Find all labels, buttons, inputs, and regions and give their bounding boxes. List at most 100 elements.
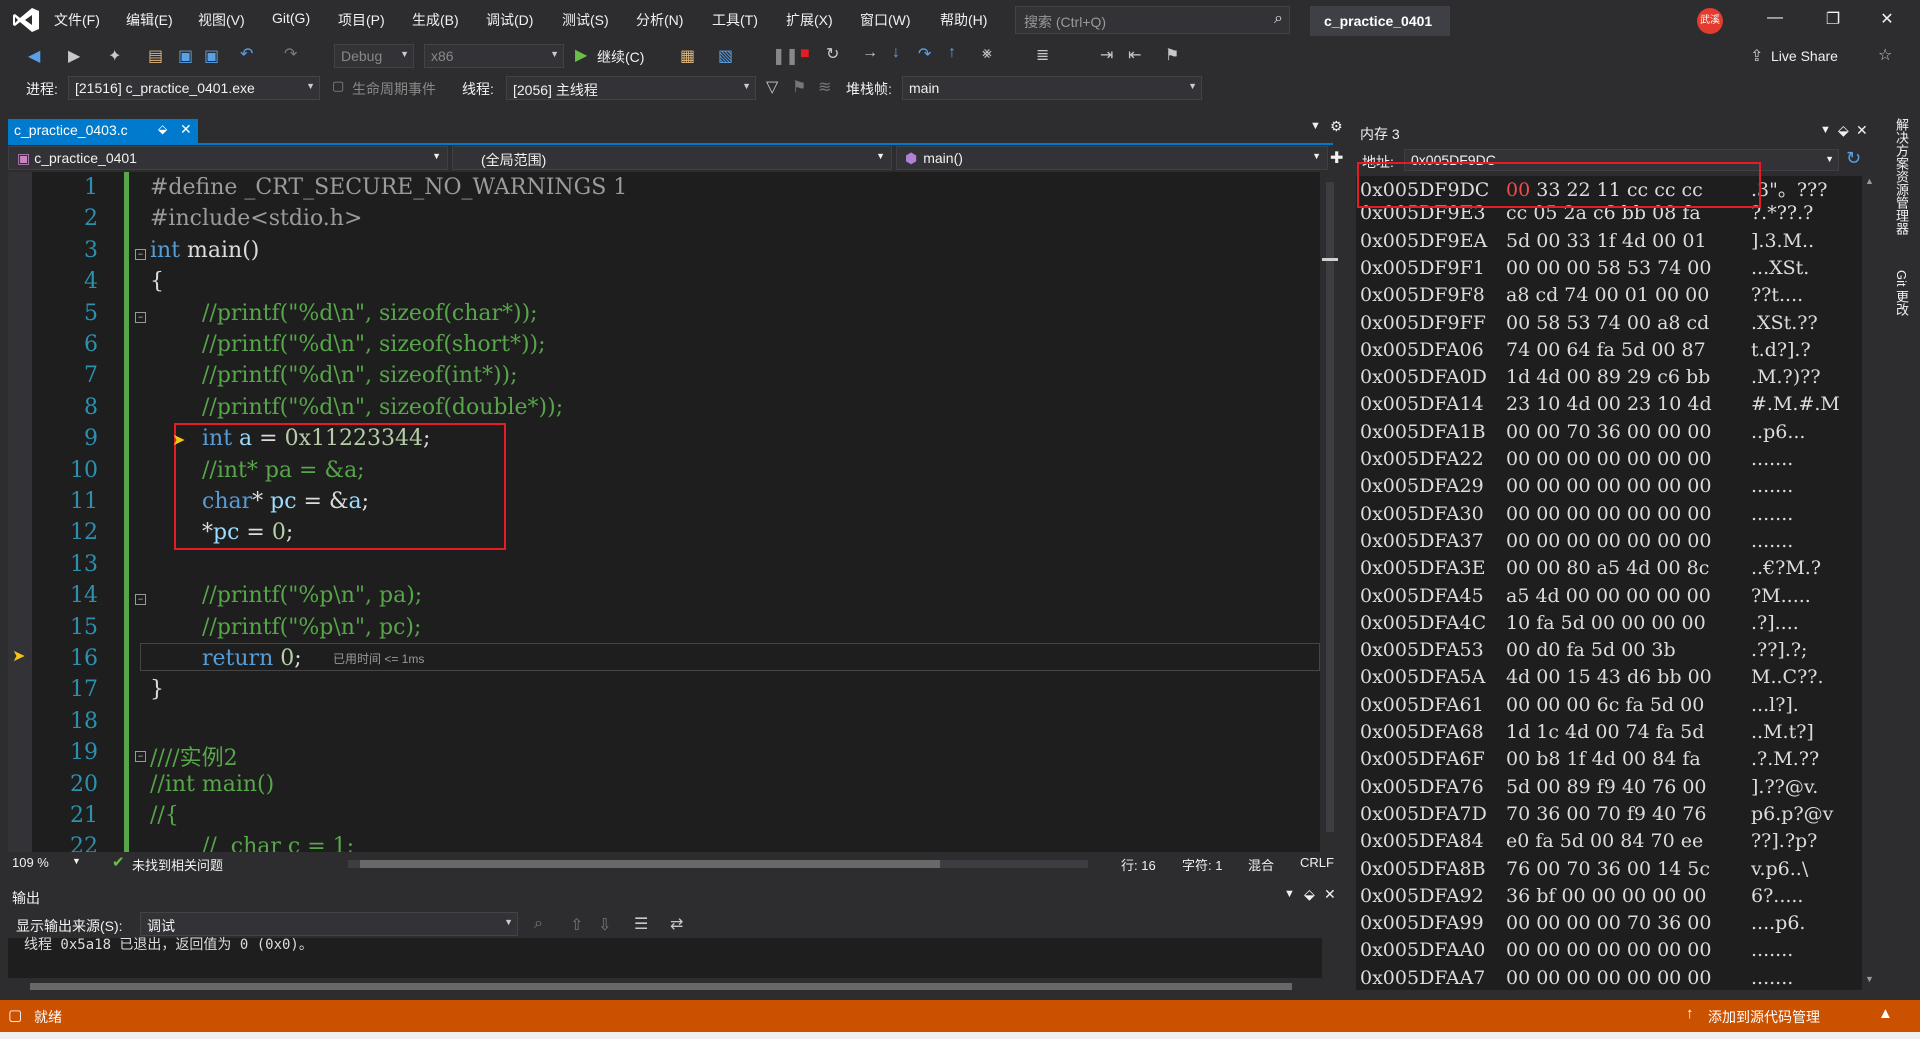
- menu-item[interactable]: 调试(D): [486, 10, 533, 30]
- issues-status[interactable]: 未找到相关问题: [132, 855, 223, 874]
- menu-item[interactable]: 窗口(W): [860, 10, 911, 30]
- split-editor-icon[interactable]: ✚: [1330, 148, 1343, 168]
- open-file-icon[interactable]: ▤: [148, 46, 163, 66]
- save-icon[interactable]: ▣: [178, 46, 193, 66]
- menu-item[interactable]: 扩展(X): [786, 10, 833, 30]
- memory-row[interactable]: 0x005DFA3E 00 00 80 a5 4d 00 8c ..€?M.?: [1360, 557, 1821, 579]
- close-panel-icon[interactable]: ✕: [1324, 886, 1336, 903]
- user-avatar[interactable]: 武溪: [1697, 8, 1723, 34]
- tab-list-icon[interactable]: ▼: [1310, 120, 1321, 132]
- pin-icon[interactable]: ⬙: [1304, 886, 1315, 903]
- step-out-icon[interactable]: ↑: [948, 44, 956, 62]
- continue-button[interactable]: 继续(C): [597, 47, 644, 67]
- redo-icon[interactable]: ↷: [284, 44, 297, 64]
- menu-item[interactable]: 视图(V): [198, 10, 245, 30]
- add-to-source-control-button[interactable]: 添加到源代码管理: [1708, 1007, 1820, 1027]
- menu-item[interactable]: 项目(P): [338, 10, 385, 30]
- editor-horizontal-scrollbar[interactable]: [348, 860, 1088, 868]
- memory-row[interactable]: 0x005DFAA0 00 00 00 00 00 00 00.......: [1360, 939, 1793, 961]
- step-over-icon[interactable]: ↷: [918, 44, 931, 64]
- search-input[interactable]: 搜索 (Ctrl+Q) ⌕: [1015, 6, 1290, 34]
- hot-reload-icon[interactable]: ⨳: [982, 45, 992, 63]
- restart-icon[interactable]: ↻: [826, 44, 839, 64]
- glyph-margin[interactable]: [8, 172, 32, 852]
- project-combo[interactable]: ▣ c_practice_0401 ▼: [8, 146, 448, 170]
- solution-explorer-tab[interactable]: 解决方案资源管理器: [1892, 118, 1911, 235]
- fold-toggle-icon[interactable]: −: [135, 248, 146, 260]
- output-source-combo[interactable]: 调试 ▼: [140, 912, 518, 936]
- screenshot-icon[interactable]: ▧: [718, 46, 733, 66]
- prev-message-icon[interactable]: ⇧: [570, 915, 583, 935]
- indent-icon[interactable]: ⇥: [1100, 45, 1113, 65]
- visual-studio-logo-icon[interactable]: [12, 7, 40, 33]
- scroll-down-icon[interactable]: ▼: [1865, 974, 1874, 984]
- memory-row[interactable]: 0x005DFA76 5d 00 89 f9 40 76 00].??@v.: [1360, 776, 1818, 798]
- feedback-icon[interactable]: ☆: [1878, 45, 1892, 65]
- stack-frame-combo[interactable]: main ▼: [902, 76, 1202, 100]
- process-combo[interactable]: [21516] c_practice_0401.exe ▼: [68, 76, 320, 100]
- pause-icon[interactable]: ❚❚: [772, 46, 799, 66]
- tab-mode[interactable]: 混合: [1248, 855, 1274, 874]
- line-ending[interactable]: CRLF: [1300, 855, 1334, 870]
- git-changes-tab[interactable]: Git 更改: [1892, 270, 1911, 316]
- format-icon[interactable]: ≣: [1036, 45, 1049, 65]
- menu-item[interactable]: 测试(S): [562, 10, 609, 30]
- fold-toggle-icon[interactable]: −: [135, 594, 146, 606]
- find-message-icon[interactable]: ⌕: [534, 915, 543, 933]
- word-wrap-icon[interactable]: ⇄: [670, 914, 683, 934]
- memory-row[interactable]: 0x005DFA37 00 00 00 00 00 00 00.......: [1360, 530, 1793, 552]
- memory-row[interactable]: 0x005DFA68 1d 1c 4d 00 74 fa 5d ..M.t?]: [1360, 721, 1814, 743]
- pin-icon[interactable]: ⬙: [1838, 122, 1849, 139]
- thread-combo[interactable]: [2056] 主线程 ▼: [506, 76, 756, 100]
- menu-item[interactable]: 文件(F): [54, 10, 100, 30]
- next-message-icon[interactable]: ⇩: [598, 915, 611, 935]
- show-next-statement-icon[interactable]: →: [862, 44, 878, 62]
- menu-item[interactable]: 生成(B): [412, 10, 459, 30]
- fold-toggle-icon[interactable]: −: [135, 311, 146, 323]
- memory-grid[interactable]: 0x005DF9DC 00 33 22 11 cc cc cc .3"。??? 0x0…: [1356, 176, 1866, 990]
- pin-icon[interactable]: ⬙: [158, 122, 167, 136]
- search-icon[interactable]: ⌕: [1274, 10, 1283, 28]
- menu-item[interactable]: 帮助(H): [940, 10, 987, 30]
- restore-icon[interactable]: ❐: [1818, 9, 1848, 29]
- memory-row[interactable]: 0x005DFA0D 1d 4d 00 89 29 c6 bb .M.?)??: [1360, 366, 1821, 388]
- chevron-down-icon[interactable]: ▼: [1825, 154, 1834, 164]
- memory-row[interactable]: 0x005DF9FF 00 58 53 74 00 a8 cd .XSt.??: [1360, 312, 1818, 334]
- refresh-icon[interactable]: ↻: [1846, 148, 1861, 169]
- step-into-icon[interactable]: ↓: [892, 44, 900, 62]
- panel-menu-icon[interactable]: ▼: [1820, 124, 1831, 136]
- upload-arrow-icon[interactable]: ↑: [1686, 1005, 1694, 1022]
- chevron-down-icon[interactable]: ▼: [72, 856, 81, 866]
- fold-toggle-icon[interactable]: −: [135, 751, 146, 763]
- memory-row[interactable]: 0x005DF9EA 5d 00 33 1f 4d 00 01].3.M..: [1360, 230, 1814, 252]
- menu-item[interactable]: 编辑(E): [126, 10, 173, 30]
- attach-icon[interactable]: ▦: [680, 46, 695, 66]
- memory-row[interactable]: 0x005DFA6F 00 b8 1f 4d 00 84 fa .?.M.??: [1360, 748, 1819, 770]
- memory-row[interactable]: 0x005DFA99 00 00 00 00 70 36 00 ....p6.: [1360, 912, 1805, 934]
- scroll-thumb[interactable]: [360, 860, 940, 868]
- scope-combo[interactable]: (全局范围) ▼: [452, 146, 892, 170]
- memory-row[interactable]: 0x005DFA92 36 bf 00 00 00 00 00 6?.....: [1360, 885, 1803, 907]
- memory-row[interactable]: 0x005DFA53 00 d0 fa 5d 00 3b.??].?;: [1360, 639, 1807, 661]
- memory-row[interactable]: 0x005DFA1B 00 00 70 36 00 00 00 ..p6...: [1360, 421, 1805, 443]
- memory-row[interactable]: 0x005DFA5A 4d 00 15 43 d6 bb 00 M..C??.: [1360, 666, 1823, 688]
- panel-menu-icon[interactable]: ▼: [1284, 888, 1295, 900]
- output-horizontal-scrollbar[interactable]: [8, 978, 1338, 994]
- configuration-combo[interactable]: Debug ▼: [334, 44, 414, 68]
- close-window-icon[interactable]: ✕: [1872, 9, 1902, 29]
- settings-gear-icon[interactable]: ⚙: [1330, 118, 1343, 135]
- memory-row[interactable]: 0x005DFA29 00 00 00 00 00 00 00.......: [1360, 475, 1793, 497]
- close-tab-icon[interactable]: ✕: [180, 121, 192, 138]
- memory-row[interactable]: 0x005DFA14 23 10 4d 00 23 10 4d #.M.#.M: [1360, 393, 1840, 415]
- tab-c-practice-0403[interactable]: c_practice_0403.c ⬙ ✕: [8, 119, 198, 143]
- output-text-area[interactable]: 线程 0x5a18 已退出，返回值为 0 (0x0)。: [8, 937, 1322, 978]
- live-share-icon[interactable]: ⇪: [1750, 46, 1763, 66]
- undo-icon[interactable]: ↶: [240, 44, 253, 64]
- memory-row[interactable]: 0x005DFA06 74 00 64 fa 5d 00 87 t.d?].?: [1360, 339, 1811, 361]
- editor-vertical-scrollbar[interactable]: [1322, 172, 1338, 852]
- menu-item[interactable]: 工具(T): [712, 10, 758, 30]
- continue-play-icon[interactable]: ▶: [575, 45, 587, 65]
- memory-row[interactable]: 0x005DF9F8 a8 cd 74 00 01 00 00 ??t....: [1360, 284, 1803, 306]
- lifecycle-events-button[interactable]: 生命周期事件: [352, 79, 436, 99]
- zoom-level[interactable]: 109 %: [12, 855, 49, 870]
